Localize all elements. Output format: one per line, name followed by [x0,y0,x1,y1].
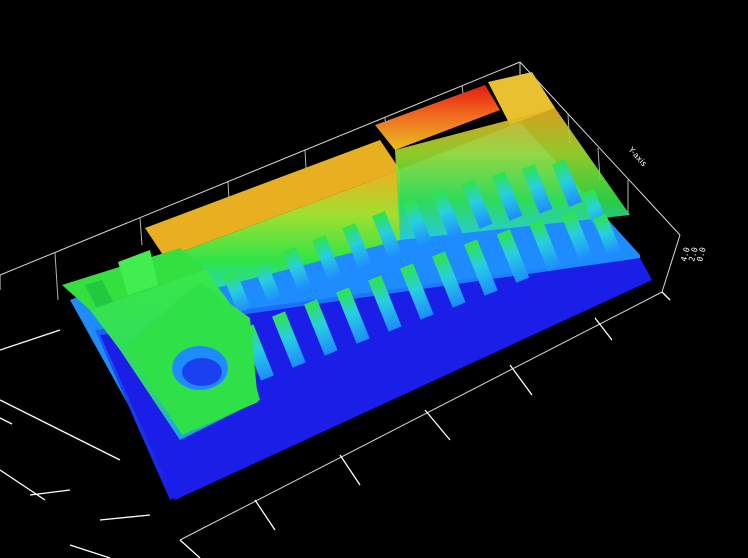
axis-line [661,234,681,293]
z-tick-labels: 4.0 2.0 0.0 [679,246,707,262]
y-axis-label: Y-axis [626,145,649,169]
through-hole-inner [182,358,222,386]
height-map-render: Y-axis 4.0 2.0 0.0 [0,61,708,558]
